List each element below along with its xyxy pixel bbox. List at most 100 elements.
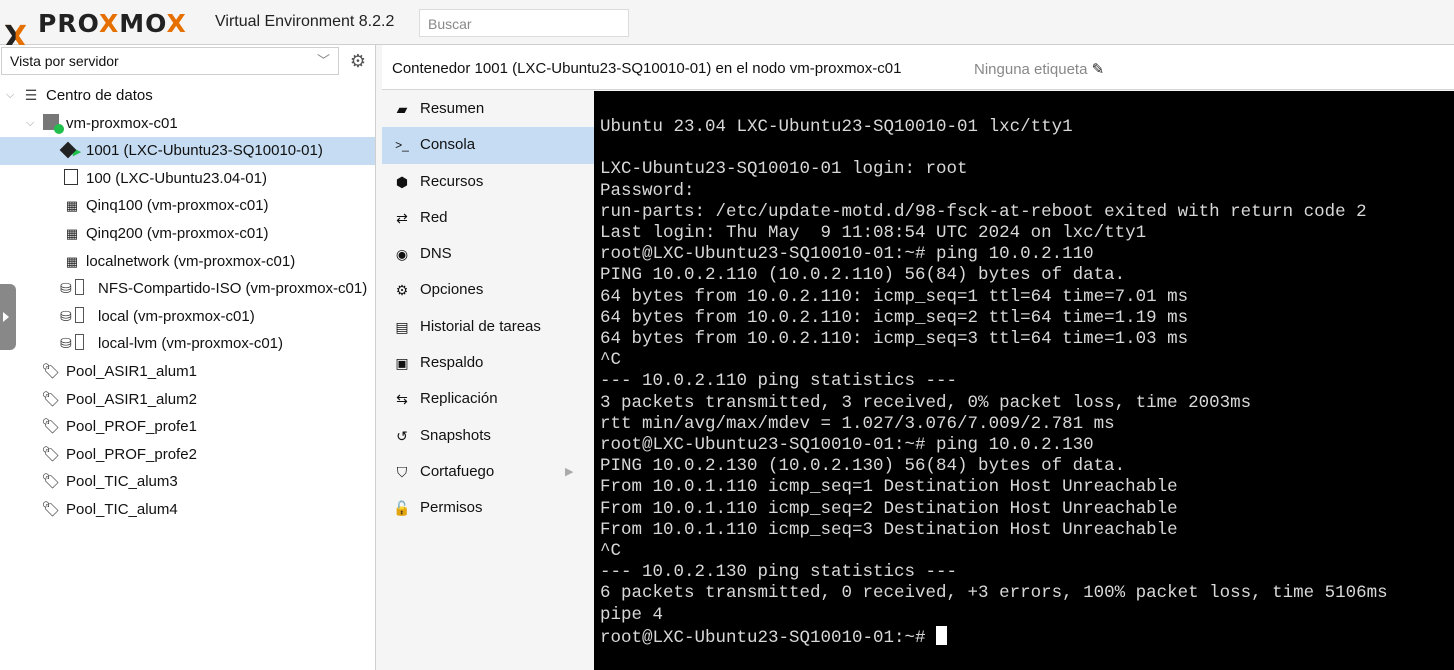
submenu-arrow-icon: ▶ — [565, 465, 574, 478]
collapse-handle[interactable] — [0, 284, 16, 350]
console-line: Password: — [600, 180, 695, 201]
tree-item[interactable]: ⌵ vm-proxmox-c01 — [0, 110, 375, 138]
menu-item-dns[interactable]: ◉ DNS — [382, 236, 594, 272]
menu-item-label: Cortafuego — [420, 462, 495, 480]
tree-item[interactable]: ▦ Qinq100 (vm-proxmox-c01) — [0, 192, 375, 220]
storage-icon: ⛁ — [60, 330, 84, 358]
tree-item[interactable]: ▦ Qinq200 (vm-proxmox-c01) — [0, 220, 375, 248]
tags-icon: 🏷 — [41, 500, 61, 518]
tree-item-label: Pool_ASIR1_alum1 — [66, 362, 197, 380]
menu-item-cortafuego[interactable]: ⛉ Cortafuego ▶ — [382, 454, 594, 490]
menu-item-respaldo[interactable]: ▣ Respaldo — [382, 345, 594, 381]
network-icon: ▦ — [65, 198, 78, 214]
console-line: root@LXC-Ubuntu23-SQ10010-01:~# ping 10.… — [600, 435, 1094, 456]
tree-item-label: Qinq100 (vm-proxmox-c01) — [86, 197, 269, 215]
tree-item[interactable]: 🏷 Pool_PROF_profe2 — [0, 441, 375, 469]
menu-item-consola[interactable]: >_ Consola — [382, 127, 594, 164]
console-line: LXC-Ubuntu23-SQ10010-01 login: root — [600, 159, 968, 180]
tree-item-label: NFS-Compartido-ISO (vm-proxmox-c01) — [98, 280, 368, 298]
console-line: From 10.0.1.110 icmp_seq=1 Destination H… — [600, 477, 1178, 498]
resource-tree-panel: Vista por servidor ﹀ ⚙ ⌵ ☰ Centro de datos… — [0, 45, 376, 670]
tree-item[interactable]: 🏷 Pool_PROF_profe1 — [0, 413, 375, 441]
tags-icon: 🏷 — [41, 473, 61, 491]
search-input[interactable]: Buscar — [419, 9, 629, 37]
console-line: 64 bytes from 10.0.2.110: icmp_seq=3 ttl… — [600, 329, 1189, 350]
tree-item[interactable]: ⛁ local (vm-proxmox-c01) — [0, 303, 375, 331]
console-line: 6 packets transmitted, 0 received, +3 er… — [600, 583, 1388, 604]
tags-icon: 🏷 — [41, 445, 61, 463]
menu-item-label: Opciones — [420, 281, 484, 299]
menu-item-label: Recursos — [420, 172, 484, 190]
tree-item[interactable]: ▦ localnetwork (vm-proxmox-c01) — [0, 248, 375, 276]
node-online-icon — [40, 110, 64, 138]
menu-item-label: Resumen — [420, 100, 485, 117]
menu-item-label: Snapshots — [420, 426, 491, 444]
menu-item-replicaci-n[interactable]: ⇆ Replicación — [382, 381, 594, 417]
retweet-icon: ⇆ — [396, 391, 408, 408]
resource-tree: ⌵ ☰ Centro de datos ⌵ vm-proxmox-c01 ▶ 1001 (L… — [0, 82, 375, 524]
expand-toggle-icon[interactable]: ⌵ — [26, 110, 34, 138]
tree-item[interactable]: 🏷 Pool_TIC_alum4 — [0, 496, 375, 524]
top-bar: XX PROXMOX Virtual Environment 8.2.2 Bus… — [0, 0, 1454, 53]
menu-item-label: Permisos — [420, 499, 483, 517]
terminal-cursor — [936, 625, 948, 645]
console-prompt: root@LXC-Ubuntu23-SQ10010-01:~# — [600, 627, 937, 648]
tree-item-label: local-lvm (vm-proxmox-c01) — [98, 335, 284, 353]
page-title: Contenedor 1001 (LXC-Ubuntu23-SQ10010-01… — [392, 60, 902, 77]
history-icon: ↺ — [396, 427, 408, 444]
tree-item[interactable]: ⛁ local-lvm (vm-proxmox-c01) — [0, 330, 375, 358]
tags-icon: 🏷 — [41, 418, 61, 436]
tree-item-label: localnetwork (vm-proxmox-c01) — [86, 252, 296, 270]
tree-item-label: vm-proxmox-c01 — [66, 114, 178, 132]
console-line: root@LXC-Ubuntu23-SQ10010-01:~# ping 10.… — [600, 244, 1094, 265]
floppy-icon: ▣ — [395, 355, 409, 372]
terminal-icon: >_ — [395, 138, 409, 153]
tree-item-label: Pool_TIC_alum4 — [66, 500, 178, 518]
menu-item-red[interactable]: ⇄ Red — [382, 200, 594, 236]
console-line: 64 bytes from 10.0.2.110: icmp_seq=1 ttl… — [600, 286, 1189, 307]
chevron-down-icon: ﹀ — [316, 53, 330, 68]
console-line: From 10.0.1.110 icmp_seq=2 Destination H… — [600, 498, 1178, 519]
pencil-icon[interactable]: ✎ — [1092, 61, 1105, 78]
tree-item-label: local (vm-proxmox-c01) — [98, 307, 255, 325]
content-header: Contenedor 1001 (LXC-Ubuntu23-SQ10010-01… — [382, 45, 1454, 90]
tree-item-label: 1001 (LXC-Ubuntu23-SQ10010-01) — [86, 142, 323, 160]
console-line: ^C — [600, 541, 622, 562]
expand-toggle-icon[interactable]: ⌵ — [6, 82, 14, 110]
tree-item-label: Pool_PROF_profe2 — [66, 445, 197, 463]
menu-item-resumen[interactable]: ▰ Resumen — [382, 91, 594, 127]
menu-item-recursos[interactable]: ⬢ Recursos — [382, 164, 594, 200]
menu-item-historial-de-tareas[interactable]: ▤ Historial de tareas — [382, 309, 594, 345]
console-terminal[interactable]: Ubuntu 23.04 LXC-Ubuntu23-SQ10010-01 lxc… — [594, 91, 1454, 670]
tree-item[interactable]: 🏷 Pool_ASIR1_alum2 — [0, 386, 375, 414]
menu-item-label: DNS — [420, 245, 452, 263]
tags-editor[interactable]: Ninguna etiqueta ✎ — [974, 60, 1104, 78]
menu-item-permisos[interactable]: 🔓 Permisos — [382, 490, 594, 526]
tree-item[interactable]: 100 (LXC-Ubuntu23.04-01) — [0, 165, 375, 193]
tree-item[interactable]: 🏷 Pool_TIC_alum3 — [0, 468, 375, 496]
view-selector-value: Vista por servidor — [10, 53, 119, 69]
book-icon: ▰ — [396, 101, 408, 117]
console-line: ^C — [600, 350, 622, 371]
tree-item[interactable]: ⌵ ☰ Centro de datos — [0, 82, 375, 110]
tree-item[interactable]: ▶ 1001 (LXC-Ubuntu23-SQ10010-01) — [0, 137, 375, 165]
console-line: pipe 4 — [600, 604, 664, 625]
tags-icon: 🏷 — [41, 390, 61, 408]
view-selector[interactable]: Vista por servidor ﹀ — [1, 47, 339, 75]
menu-item-label: Respaldo — [420, 354, 484, 372]
tree-item-label: Pool_TIC_alum3 — [66, 473, 178, 491]
container-menu: ▰ Resumen >_ Consola ⬢ Recursos ⇄ Red ◉ DNS ⚙ Opcio… — [382, 91, 594, 670]
console-line: 3 packets transmitted, 3 received, 0% pa… — [600, 392, 1252, 413]
tree-item-label: Pool_ASIR1_alum2 — [66, 390, 197, 408]
menu-item-label: Historial de tareas — [420, 317, 541, 335]
tree-item[interactable]: 🏷 Pool_ASIR1_alum1 — [0, 358, 375, 386]
storage-icon: ⛁ — [60, 303, 84, 331]
unlock-icon: 🔓 — [393, 500, 411, 517]
console-line: --- 10.0.2.110 ping statistics --- — [600, 371, 958, 392]
tree-item[interactable]: ⛁ NFS-Compartido-ISO (vm-proxmox-c01) — [0, 275, 375, 303]
menu-item-snapshots[interactable]: ↺ Snapshots — [382, 418, 594, 454]
menu-item-opciones[interactable]: ⚙ Opciones — [382, 272, 594, 308]
tree-item-label: Qinq200 (vm-proxmox-c01) — [86, 224, 269, 242]
proxmox-logo[interactable]: XX PROXMOX — [4, 8, 187, 53]
gear-icon[interactable]: ⚙ — [345, 48, 371, 74]
